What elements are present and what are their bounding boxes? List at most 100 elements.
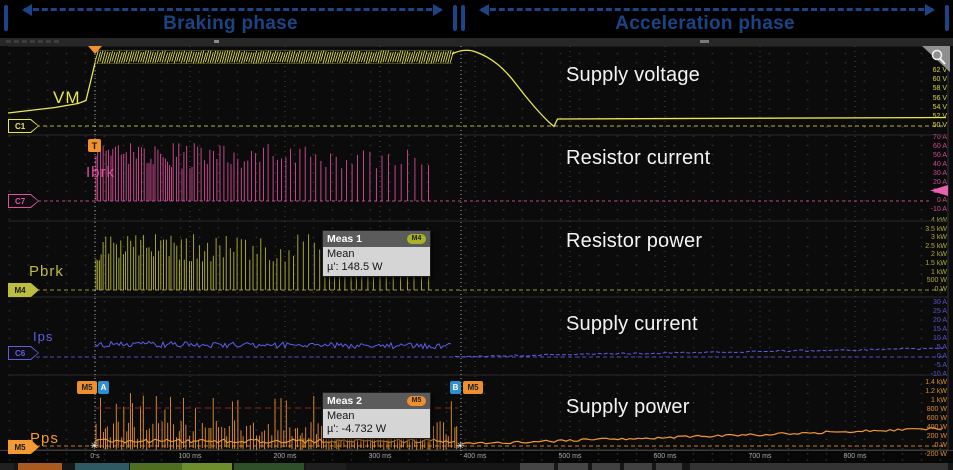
scale-label: 25 A — [897, 308, 947, 316]
scale-label: 60 A — [897, 143, 947, 151]
scale-label: 0 W — [897, 286, 947, 294]
scale-label: 54 V — [897, 104, 947, 112]
channel-label-vm: VM — [53, 88, 81, 108]
menubar-mark — [22, 40, 27, 43]
scale-label: 400 W — [897, 424, 947, 432]
taskbar-segment — [0, 463, 14, 470]
scale-label: 3 kW — [897, 234, 947, 242]
menubar-mark — [14, 40, 19, 43]
acceleration-phase-label: Acceleration phase — [461, 13, 949, 35]
channel-annotation: Supply current — [566, 313, 698, 336]
taskbar-segment — [592, 463, 620, 470]
scale-label: 60 V — [897, 76, 947, 84]
scale-label: 70 A — [897, 134, 947, 142]
braking-phase-section: Braking phase — [4, 0, 457, 38]
time-tick-label: 600 ms — [643, 453, 687, 460]
meas-source-badge: M4 — [407, 234, 426, 244]
scale-label: 4 kW — [897, 217, 947, 225]
scale-label: 1.2 kW — [897, 388, 947, 396]
menubar-mark — [46, 40, 51, 43]
time-tick-label: 100 ms — [168, 453, 212, 460]
meas-stat: Mean — [327, 410, 426, 423]
scale-label: 58 V — [897, 85, 947, 93]
measurement-panel-meas2[interactable]: Meas 2 M5 Mean µ': -4.732 W — [322, 392, 431, 439]
scale-label: 5 A — [897, 344, 947, 352]
scale-label: 2 kW — [897, 251, 947, 259]
scale-label: -5 A — [897, 362, 947, 370]
gate-left-m5-badge[interactable]: M5 — [77, 381, 97, 394]
scale-label: 500 W — [897, 277, 947, 285]
badge-label: M4 — [8, 283, 32, 297]
scale-label: 30 A — [897, 299, 947, 307]
scale-label: 1.5 kW — [897, 260, 947, 268]
scale-label: 15 A — [897, 326, 947, 334]
time-tick-label: 800 ms — [833, 453, 877, 460]
channel-label-ips: Ips — [33, 329, 53, 344]
scale-label: 50 V — [897, 122, 947, 130]
cursor-marker-icon[interactable]: ✳ — [456, 442, 464, 452]
scale-label: 20 A — [897, 317, 947, 325]
channel-label-pbrk: Pbrk — [29, 263, 64, 280]
meas-title: Meas 2 — [327, 395, 362, 407]
scale-label: 2.5 kW — [897, 243, 947, 251]
meas-stat: Mean — [327, 248, 426, 261]
scale-label: 200 W — [897, 433, 947, 441]
cursor-b-badge[interactable]: B — [450, 381, 461, 394]
time-tick-label: 200 ms — [263, 453, 307, 460]
scale-label: 1 kW — [897, 269, 947, 277]
taskbar-segment — [130, 463, 182, 470]
scale-label: -200 W — [897, 451, 947, 459]
meas-title: Meas 1 — [327, 233, 362, 245]
channel-annotation: Supply power — [566, 396, 690, 419]
acceleration-phase-section: Acceleration phase — [461, 0, 949, 38]
menubar-mark — [38, 40, 43, 43]
menubar-mark — [700, 40, 709, 43]
taskbar-segment — [18, 463, 62, 470]
meas-value: µ': -4.732 W — [327, 423, 426, 436]
braking-phase-label: Braking phase — [4, 13, 457, 35]
badge-label: M5 — [8, 440, 32, 454]
scale-label: 20 A — [897, 179, 947, 187]
channel-label-ibrk: Ibrk — [86, 164, 115, 181]
time-tick-label: 500 ms — [548, 453, 592, 460]
channel-annotation: Resistor power — [566, 230, 702, 253]
gate-right-m5-badge[interactable]: M5 — [463, 381, 483, 394]
scale-label: 800 W — [897, 406, 947, 414]
taskbar-segment — [75, 463, 129, 470]
badge-label: C7 — [8, 194, 32, 208]
menubar-mark — [30, 40, 35, 43]
trigger-badge[interactable]: T — [88, 139, 101, 152]
time-tick-label: 0 s — [73, 453, 117, 460]
acceleration-span-arrow — [481, 8, 933, 11]
channel-annotation: Resistor current — [566, 147, 710, 170]
menubar-mark — [6, 40, 11, 43]
taskbar-segment — [234, 463, 304, 470]
scale-label: 40 A — [897, 161, 947, 169]
menubar-mark — [214, 40, 219, 43]
braking-span-arrow — [24, 8, 441, 11]
scale-label: 10 A — [897, 188, 947, 196]
scale-label: 3.5 kW — [897, 226, 947, 234]
badge-label: C1 — [8, 119, 32, 133]
taskbar-segment — [520, 463, 554, 470]
scale-label: -10 A — [897, 371, 947, 379]
scale-label: 0 W — [897, 442, 947, 450]
taskbar-segment — [558, 463, 588, 470]
meas-value: µ': 148.5 W — [327, 261, 426, 274]
oscilloscope-screenshot: Braking phase Acceleration phase T M5 A … — [0, 0, 953, 470]
cursor-a-badge[interactable]: A — [98, 381, 109, 394]
cursor-marker-icon[interactable]: ✳ — [90, 442, 98, 452]
scale-label: 10 A — [897, 335, 947, 343]
time-tick-label: 400 ms — [453, 453, 497, 460]
taskbar-segment — [182, 463, 232, 470]
menubar-mark — [54, 40, 59, 43]
taskbar-segment — [656, 463, 682, 470]
measurement-panel-meas1[interactable]: Meas 1 M4 Mean µ': 148.5 W — [322, 230, 431, 277]
scale-label: 0 A — [897, 353, 947, 361]
badge-label: C6 — [8, 346, 32, 360]
channel-annotation: Supply voltage — [566, 64, 700, 87]
scale-label: 600 W — [897, 415, 947, 423]
phase-banner: Braking phase Acceleration phase — [0, 0, 953, 38]
taskbar-segment — [306, 463, 346, 470]
scale-label: 0 A — [897, 197, 947, 205]
